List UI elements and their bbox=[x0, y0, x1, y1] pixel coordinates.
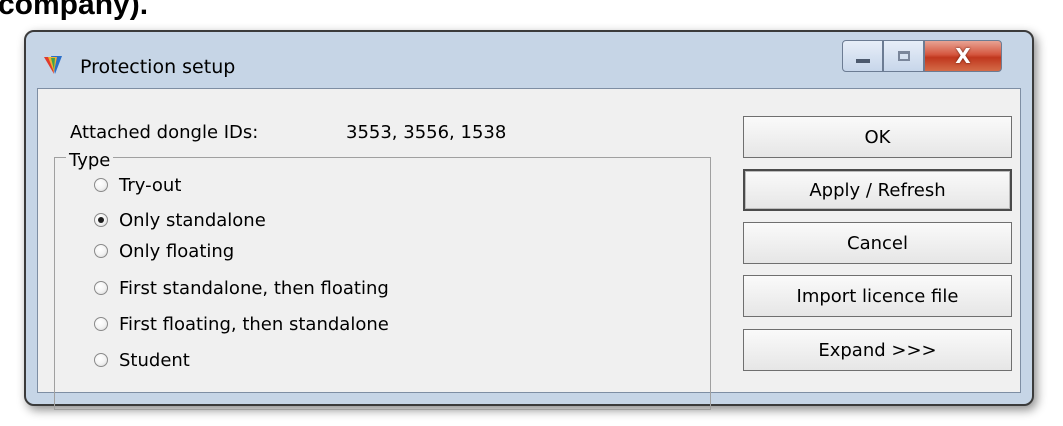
radio-student[interactable]: Student bbox=[94, 348, 190, 372]
radio-first-floating-then-standalone[interactable]: First floating, then standalone bbox=[94, 312, 389, 336]
radio-label: First floating, then standalone bbox=[119, 313, 389, 335]
window-title: Protection setup bbox=[80, 56, 236, 78]
expand-button[interactable]: Expand >>> bbox=[743, 329, 1012, 371]
radio-button[interactable] bbox=[94, 281, 108, 295]
maximize-button[interactable] bbox=[883, 40, 924, 72]
radio-first-standalone-then-floating[interactable]: First standalone, then floating bbox=[94, 276, 389, 300]
minimize-button[interactable] bbox=[842, 40, 883, 72]
type-group-title: Type bbox=[66, 150, 114, 171]
radio-only-standalone[interactable]: Only standalone bbox=[94, 208, 266, 232]
radio-button[interactable] bbox=[94, 317, 108, 331]
ok-button[interactable]: OK bbox=[743, 116, 1012, 158]
dongle-ids-value: 3553, 3556, 1538 bbox=[346, 122, 507, 143]
minimize-icon bbox=[855, 59, 870, 63]
radio-label: Student bbox=[119, 349, 190, 371]
caption-buttons: X bbox=[842, 40, 1024, 74]
radio-button[interactable] bbox=[94, 353, 108, 367]
radio-button[interactable] bbox=[94, 178, 108, 192]
radio-try-out[interactable]: Try-out bbox=[94, 173, 181, 197]
radio-only-floating[interactable]: Only floating bbox=[94, 239, 234, 263]
radio-label: Try-out bbox=[119, 174, 182, 196]
protection-setup-window: Protection setup X Attached dongle IDs: … bbox=[24, 30, 1034, 410]
radio-label: Only floating bbox=[119, 240, 235, 262]
maximize-icon bbox=[897, 51, 910, 61]
dongle-ids-label: Attached dongle IDs: bbox=[70, 122, 259, 143]
radio-label: Only standalone bbox=[119, 209, 266, 231]
cut-off-heading-text: company). bbox=[0, 0, 149, 21]
cancel-button[interactable]: Cancel bbox=[743, 222, 1012, 264]
radio-button[interactable] bbox=[94, 244, 108, 258]
close-button[interactable]: X bbox=[924, 40, 1002, 72]
title-bar[interactable]: Protection setup X bbox=[26, 32, 1032, 88]
import-licence-file-button[interactable]: Import licence file bbox=[743, 275, 1012, 317]
radio-button-selected[interactable] bbox=[94, 213, 108, 227]
radio-label: First standalone, then floating bbox=[119, 277, 389, 299]
close-icon: X bbox=[955, 44, 971, 68]
app-logo-icon bbox=[44, 56, 62, 74]
apply-refresh-button[interactable]: Apply / Refresh bbox=[743, 169, 1012, 211]
